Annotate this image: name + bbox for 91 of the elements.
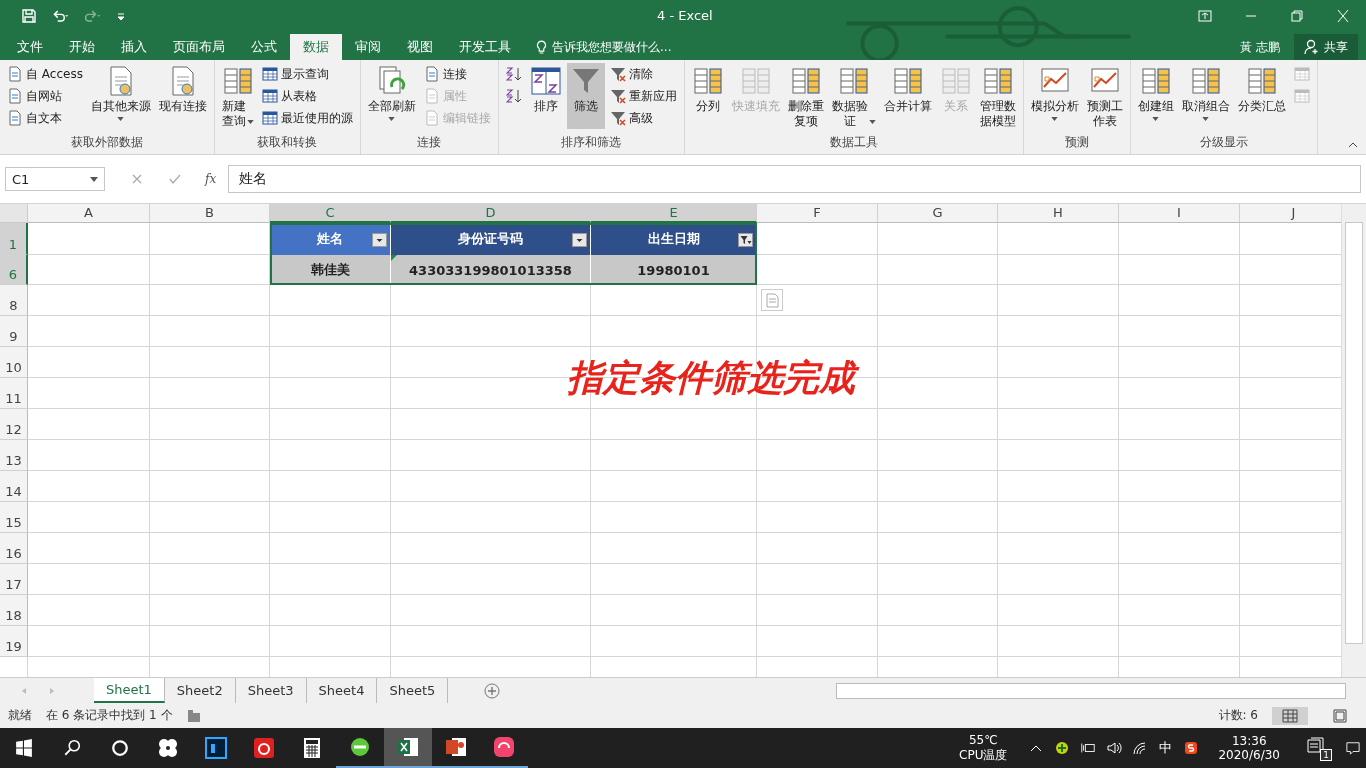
overlay-caption: 指定条件筛选完成 bbox=[560, 352, 869, 404]
ribbon-button[interactable]: 筛选 bbox=[566, 63, 605, 129]
column-header[interactable]: B bbox=[150, 204, 270, 223]
group-label: 获取外部数据 bbox=[69, 134, 144, 151]
ribbon-tab[interactable]: 公式 bbox=[238, 34, 290, 60]
table-cell: 433033199801013358 bbox=[391, 255, 591, 285]
ribbon-tab[interactable]: 数据 bbox=[290, 34, 342, 60]
notification-count: 1 bbox=[1320, 749, 1332, 761]
table-header: 出生日期 bbox=[591, 223, 757, 255]
row-header[interactable]: 19 bbox=[0, 626, 28, 657]
ribbon-button[interactable]: 显示查询 bbox=[258, 63, 356, 85]
ribbon-button[interactable]: 预测工作表 bbox=[1083, 63, 1126, 129]
row-header[interactable]: 9 bbox=[0, 316, 28, 347]
column-header[interactable]: A bbox=[28, 204, 150, 223]
ribbon-button[interactable]: 分类汇总 bbox=[1234, 63, 1289, 129]
ribbon-button[interactable]: 删除重复项 bbox=[784, 63, 827, 129]
ribbon-button[interactable]: 模拟分析 bbox=[1027, 63, 1082, 129]
row-header[interactable]: 11 bbox=[0, 378, 28, 409]
group-label: 预测 bbox=[1063, 134, 1090, 151]
ribbon-tab[interactable]: 文件 bbox=[4, 34, 56, 60]
row-header[interactable]: 10 bbox=[0, 347, 28, 378]
ribbon-button[interactable]: 自其他来源 bbox=[87, 63, 154, 129]
share-button[interactable]: 共享 bbox=[1294, 34, 1358, 60]
group-label: 连接 bbox=[416, 134, 443, 151]
ribbon-tab[interactable]: 开发工具 bbox=[446, 34, 524, 60]
group-label: 获取和转换 bbox=[256, 134, 319, 151]
ribbon-button[interactable]: 高级 bbox=[606, 107, 680, 129]
status-mode: 就绪 bbox=[8, 707, 32, 724]
window-title: 4 - Excel bbox=[657, 8, 713, 23]
column-header[interactable]: J bbox=[1240, 204, 1341, 223]
formula-field[interactable]: 姓名 bbox=[228, 165, 1361, 193]
status-message: 在 6 条记录中找到 1 个 bbox=[46, 707, 173, 724]
ribbon-button[interactable]: 全部刷新 bbox=[364, 63, 419, 129]
ribbon-tab[interactable]: 页面布局 bbox=[160, 34, 238, 60]
name-box[interactable]: C1 bbox=[5, 167, 105, 191]
table-header: 姓名 bbox=[270, 223, 391, 255]
column-header[interactable]: F bbox=[757, 204, 878, 223]
ribbon-button[interactable]: 自网站 bbox=[4, 85, 86, 107]
ribbon-button[interactable]: 合并计算 bbox=[880, 63, 935, 129]
table-cell: 韩佳美 bbox=[270, 255, 391, 285]
worksheet-grid[interactable]: A B C D E F G H I J 1 6 8 9 10 11 12 13 14 15 16 17 18 19 姓名 身份证号码 出生日期 韩佳美 433033199801013358 19980101 指定条件筛选完成 bbox=[0, 204, 1341, 677]
row-header[interactable]: 8 bbox=[0, 285, 28, 316]
ribbon-button[interactable]: 排序 bbox=[526, 63, 565, 129]
ribbon-button[interactable]: 连接 bbox=[420, 63, 494, 85]
user-name[interactable]: 黃 志鹏 bbox=[1240, 34, 1294, 60]
ribbon-button[interactable]: 取消组合 bbox=[1178, 63, 1233, 129]
ribbon-button[interactable]: 创建组 bbox=[1134, 63, 1177, 129]
ribbon-button[interactable]: 清除 bbox=[606, 63, 680, 85]
group-label: 分级显示 bbox=[1198, 134, 1249, 151]
ribbon-button[interactable]: 重新应用 bbox=[606, 85, 680, 107]
ribbon-button[interactable]: 自文本 bbox=[4, 107, 86, 129]
row-header[interactable]: 14 bbox=[0, 471, 28, 502]
row-header[interactable]: 13 bbox=[0, 440, 28, 471]
ribbon-button[interactable]: 自 Access bbox=[4, 63, 86, 85]
group-label: 排序和筛选 bbox=[560, 134, 623, 151]
ribbon-tab[interactable]: 插入 bbox=[108, 34, 160, 60]
row-header[interactable]: 6 bbox=[0, 255, 28, 285]
insert-function-button[interactable]: fx bbox=[205, 172, 217, 186]
status-count: 计数: 6 bbox=[1218, 707, 1258, 724]
sheet-tab[interactable]: Sheet1 bbox=[94, 678, 165, 703]
temperature-text: 55℃ bbox=[968, 732, 998, 747]
table-cell: 19980101 bbox=[591, 255, 757, 285]
group-label: 数据工具 bbox=[828, 134, 879, 151]
row-header[interactable]: 18 bbox=[0, 595, 28, 626]
ribbon-button[interactable]: 最近使用的源 bbox=[258, 107, 356, 129]
column-header[interactable]: I bbox=[1119, 204, 1240, 223]
row-header[interactable]: 1 bbox=[0, 223, 28, 255]
row-header[interactable]: 12 bbox=[0, 409, 28, 440]
ribbon-button[interactable]: 新建查询 bbox=[218, 63, 257, 129]
clock-date[interactable]: 2020/6/30 bbox=[1218, 748, 1280, 762]
table-header: 身份证号码 bbox=[391, 223, 591, 255]
ribbon-tab[interactable]: 视图 bbox=[394, 34, 446, 60]
tell-me-field[interactable]: 告诉我您想要做什么... bbox=[524, 34, 672, 60]
row-header[interactable]: 16 bbox=[0, 533, 28, 564]
ribbon-tab[interactable]: 开始 bbox=[56, 34, 108, 60]
ribbon-button[interactable]: 现有连接 bbox=[155, 63, 210, 129]
ribbon-button[interactable]: 分列 bbox=[688, 63, 727, 129]
temperature-label: CPU温度 bbox=[959, 746, 1008, 764]
ribbon-button[interactable]: 从表格 bbox=[258, 85, 356, 107]
input-method-indicator[interactable]: 中 bbox=[1159, 739, 1173, 757]
column-header[interactable]: E bbox=[591, 204, 757, 223]
ribbon-button[interactable]: 数据验证 bbox=[828, 63, 879, 129]
column-header[interactable]: G bbox=[878, 204, 998, 223]
row-header[interactable]: 17 bbox=[0, 564, 28, 595]
column-header[interactable]: C bbox=[270, 204, 391, 223]
column-header[interactable]: H bbox=[998, 204, 1119, 223]
row-header[interactable]: 15 bbox=[0, 502, 28, 533]
column-header[interactable]: D bbox=[391, 204, 591, 223]
ribbon-tab[interactable]: 审阅 bbox=[342, 34, 394, 60]
clock-time[interactable]: 13:36 bbox=[1231, 734, 1267, 748]
ribbon-button[interactable]: 管理数据模型 bbox=[976, 63, 1019, 129]
